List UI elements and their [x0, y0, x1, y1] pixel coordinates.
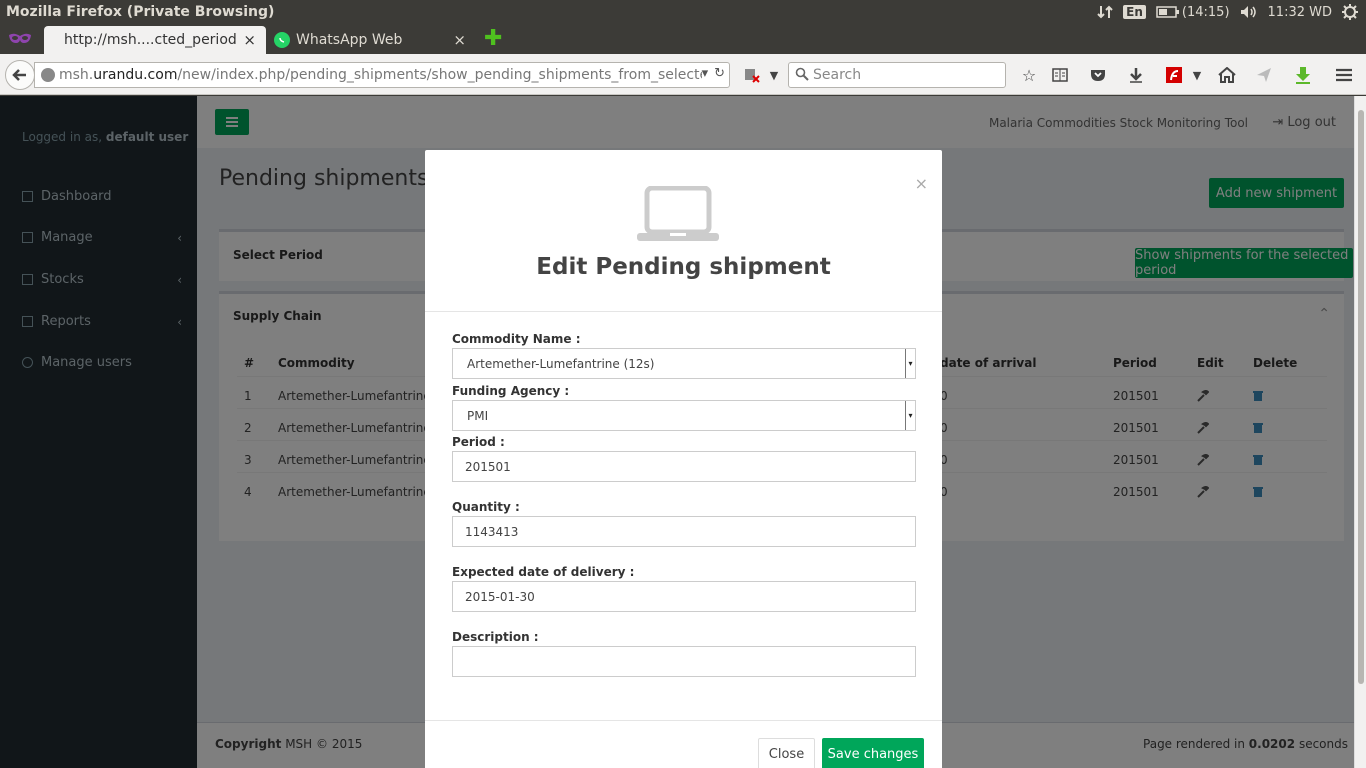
private-browsing-mask-icon — [9, 33, 31, 43]
dropdown-arrow-icon[interactable]: ▾ — [702, 66, 709, 81]
new-tab-button[interactable]: ✚ — [484, 28, 502, 50]
back-button[interactable] — [5, 60, 35, 90]
os-title-bar: Mozilla Firefox (Private Browsing) En (1… — [0, 0, 1366, 24]
flash-dropdown-icon[interactable]: ▼ — [1187, 65, 1207, 85]
save-changes-button[interactable]: Save changes — [822, 738, 924, 768]
period-input[interactable]: 201501 — [452, 451, 916, 482]
period-value: 201501 — [465, 459, 511, 474]
modal-title: Edit Pending shipment — [536, 254, 831, 280]
delivery-date-input[interactable]: 2015-01-30 — [452, 581, 916, 612]
pocket-icon[interactable] — [1088, 65, 1108, 85]
tab-whatsapp[interactable]: WhatsApp Web × — [268, 26, 476, 54]
bookmark-star-icon[interactable]: ☆ — [1019, 65, 1039, 85]
power-gear-icon[interactable] — [1342, 4, 1358, 20]
commodity-label: Commodity Name : — [452, 332, 581, 346]
page-scrollbar[interactable] — [1354, 96, 1366, 768]
url-prefix: msh. — [59, 67, 94, 83]
battery-indicator[interactable]: (14:15) — [1156, 5, 1230, 20]
url-domain: urandu.com — [93, 67, 178, 83]
modal-footer: Close Save changes — [425, 720, 942, 768]
tab-label: WhatsApp Web — [296, 32, 403, 48]
modal-header: × Edit Pending shipment — [425, 150, 942, 312]
download-icon[interactable] — [1126, 65, 1146, 85]
clock[interactable]: 11:32 WD — [1268, 5, 1332, 20]
flash-icon[interactable] — [1164, 65, 1184, 85]
period-label: Period : — [452, 435, 505, 449]
send-tab-icon[interactable] — [1254, 65, 1274, 85]
search-input[interactable]: Search — [788, 62, 1006, 88]
funding-agency-label: Funding Agency : — [452, 384, 570, 398]
home-icon[interactable] — [1217, 65, 1237, 85]
battery-icon — [1156, 6, 1179, 18]
navigation-toolbar: msh. urandu.com/new/index.php/pending_shi… — [0, 54, 1366, 95]
history-block-icon[interactable] — [742, 65, 762, 85]
search-placeholder: Search — [813, 67, 862, 83]
tab-label: http://msh....cted_period — [64, 32, 237, 48]
volume-icon[interactable] — [1240, 5, 1258, 19]
laptop-icon — [637, 186, 719, 241]
site-identity-icon[interactable] — [41, 68, 55, 82]
chevron-down-icon: ▾ — [905, 401, 915, 430]
modal-close-icon[interactable]: × — [915, 174, 928, 193]
edit-shipment-modal: × Edit Pending shipment Commodity Name :… — [425, 150, 942, 768]
addon-download-icon[interactable] — [1293, 65, 1313, 85]
keyboard-layout-indicator[interactable]: En — [1123, 5, 1146, 19]
funding-agency-select[interactable]: PMI ▾ — [452, 400, 916, 431]
search-icon — [795, 67, 809, 81]
tab-close-icon[interactable]: × — [243, 31, 256, 49]
scrollbar-thumb[interactable] — [1358, 110, 1364, 684]
system-tray: En (14:15) 11:32 WD — [1097, 0, 1358, 24]
tab-active-pending-shipments[interactable]: http://msh....cted_period × — [44, 26, 266, 54]
commodity-select[interactable]: Artemether-Lumefantrine (12s) ▾ — [452, 348, 916, 379]
url-bar-actions: ▾ ↻ — [701, 66, 725, 81]
quantity-input[interactable]: 1143413 — [452, 516, 916, 547]
close-button[interactable]: Close — [758, 738, 815, 768]
quantity-label: Quantity : — [452, 500, 520, 514]
network-icon[interactable] — [1097, 4, 1113, 20]
delivery-date-label: Expected date of delivery : — [452, 565, 635, 579]
history-dropdown-icon[interactable]: ▼ — [764, 65, 784, 85]
description-input[interactable] — [452, 646, 916, 677]
window-title: Mozilla Firefox (Private Browsing) — [6, 4, 275, 20]
tab-strip: http://msh....cted_period × WhatsApp Web… — [0, 24, 1366, 54]
web-page: Logged in as, default user Dashboard Man… — [0, 96, 1354, 768]
delivery-date-value: 2015-01-30 — [465, 589, 535, 604]
hamburger-menu-icon[interactable] — [1334, 65, 1354, 85]
commodity-value: Artemether-Lumefantrine (12s) — [467, 356, 655, 371]
description-label: Description : — [452, 630, 539, 644]
chevron-down-icon: ▾ — [905, 349, 915, 378]
tab-close-icon[interactable]: × — [453, 31, 466, 49]
battery-time: (14:15) — [1181, 4, 1230, 20]
url-path: /new/index.php/pending_shipments/show_pe… — [177, 67, 709, 83]
whatsapp-icon — [274, 32, 290, 48]
funding-agency-value: PMI — [467, 408, 489, 423]
reading-list-icon[interactable] — [1050, 65, 1070, 85]
quantity-value: 1143413 — [465, 524, 519, 539]
back-arrow-icon — [12, 69, 26, 81]
reload-icon[interactable]: ↻ — [714, 66, 725, 81]
url-bar[interactable]: msh. urandu.com/new/index.php/pending_shi… — [34, 62, 730, 88]
